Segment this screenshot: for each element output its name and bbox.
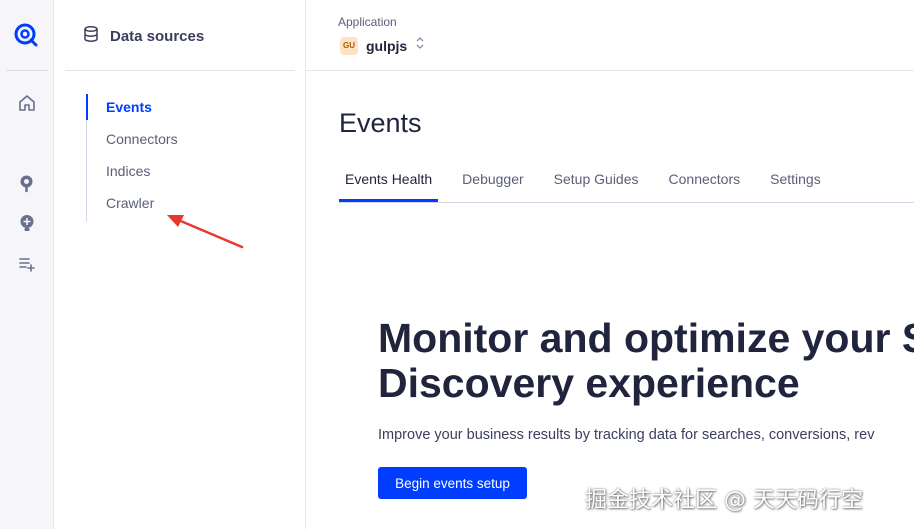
icon-rail <box>0 0 54 529</box>
app-name: gulpjs <box>366 37 408 54</box>
watermark: 掘金技术社区 @ 天天码行空 <box>585 488 863 513</box>
sidebar-header: Data sources <box>82 25 204 48</box>
hero-title: Monitor and optimize your S Discovery ex… <box>378 316 914 406</box>
sidebar-nav: Events Connectors Indices Crawler <box>86 94 286 222</box>
hero-description: Improve your business results by trackin… <box>378 427 875 443</box>
database-icon <box>82 25 100 48</box>
search-icon[interactable] <box>16 172 38 194</box>
begin-events-setup-button[interactable]: Begin events setup <box>378 467 527 499</box>
tab-setup-guides[interactable]: Setup Guides <box>548 166 645 202</box>
tab-events-health[interactable]: Events Health <box>339 166 439 202</box>
list-add-icon[interactable] <box>16 252 38 274</box>
tab-debugger[interactable]: Debugger <box>456 166 530 202</box>
app-badge: GU <box>340 36 358 55</box>
sidebar-item-indices[interactable]: Indices <box>87 158 286 190</box>
main-content: Application GU gulpjs Events Events Heal… <box>306 0 914 529</box>
hero-title-line-1: Monitor and optimize your S <box>378 315 914 361</box>
sidebar-title: Data sources <box>110 28 205 45</box>
tab-connectors[interactable]: Connectors <box>663 166 747 202</box>
tab-settings[interactable]: Settings <box>764 166 827 202</box>
home-icon[interactable] <box>16 92 38 114</box>
sidebar-item-connectors[interactable]: Connectors <box>87 126 286 158</box>
header-divider <box>306 70 914 71</box>
annotation-arrow-icon <box>167 215 244 249</box>
page-title: Events <box>339 108 422 138</box>
chevron-up-down-icon <box>415 35 425 56</box>
application-label: Application <box>338 15 397 29</box>
data-sources-sidebar: Data sources Events Connectors Indices C… <box>54 0 306 529</box>
application-selector[interactable]: GU gulpjs <box>340 35 425 56</box>
sidebar-divider <box>65 70 295 71</box>
lightbulb-icon[interactable] <box>16 212 38 234</box>
tab-bar: Events Health Debugger Setup Guides Conn… <box>339 166 914 203</box>
sidebar-item-events[interactable]: Events <box>86 94 286 126</box>
rail-divider <box>6 70 48 71</box>
algolia-logo-icon[interactable] <box>13 22 39 48</box>
hero-title-line-2: Discovery experience <box>378 360 800 406</box>
